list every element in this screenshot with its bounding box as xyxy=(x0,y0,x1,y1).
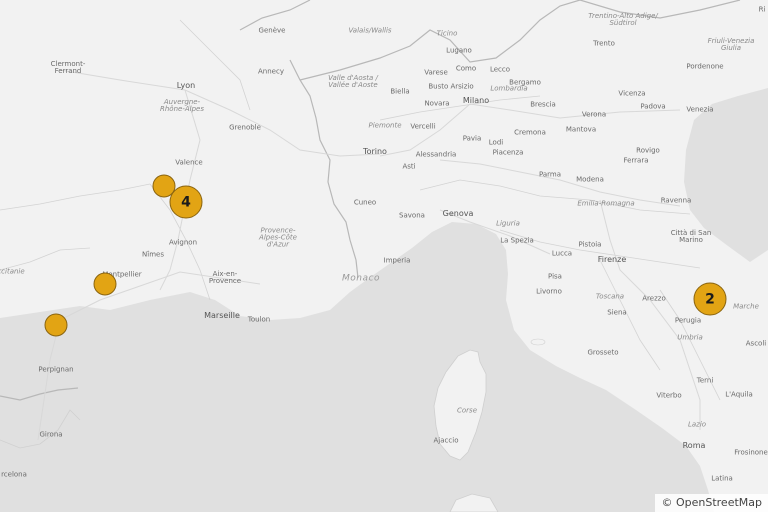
region-label-auvergne: Auvergne- Rhône-Alpes xyxy=(160,98,204,113)
city-label-pisa: Pisa xyxy=(548,272,562,281)
city-label-aquila: L'Aquila xyxy=(725,390,753,399)
marker-count: 4 xyxy=(181,194,191,210)
city-label-frosinone: Frosinone xyxy=(734,448,768,457)
city-label-livorno: Livorno xyxy=(536,287,562,296)
city-label-siena: Siena xyxy=(607,308,627,317)
city-label-cuneo: Cuneo xyxy=(353,198,377,207)
city-label-monaco: Monaco xyxy=(342,273,380,284)
city-label-padova: Padova xyxy=(640,102,666,111)
city-label-genova: Genova xyxy=(442,209,474,218)
city-label-aix: Aix-en- Provence xyxy=(208,270,242,285)
city-label-pistoia: Pistoia xyxy=(578,240,602,249)
city-label-laspezia: La Spezia xyxy=(500,236,534,245)
city-label-ascoli: Ascoli xyxy=(745,339,767,348)
city-label-perpignan: Perpignan xyxy=(38,365,74,374)
city-label-ferrara: Ferrara xyxy=(623,156,649,165)
region-label-lazio: Lazio xyxy=(687,420,707,429)
region-label-corse: Corse xyxy=(456,406,478,415)
map-marker-cluster[interactable]: 2 xyxy=(693,282,727,316)
city-label-como: Como xyxy=(455,64,477,73)
city-label-verona: Verona xyxy=(581,110,607,119)
city-label-barcelona: rcelona xyxy=(1,470,27,479)
city-label-marseille: Marseille xyxy=(204,311,240,320)
map-marker-cluster[interactable]: 4 xyxy=(169,185,203,219)
region-label-valais: Valais/Wallis xyxy=(348,26,392,35)
city-label-terni: Terni xyxy=(696,376,714,385)
city-label-rovigo: Rovigo xyxy=(636,146,660,155)
city-label-brescia: Brescia xyxy=(530,100,556,109)
region-label-ticino: Ticino xyxy=(436,29,458,38)
city-label-toulon: Toulon xyxy=(247,315,271,324)
region-label-lombardia: Lombardia xyxy=(490,84,528,93)
marker-count: 2 xyxy=(705,291,715,307)
city-label-asti: Asti xyxy=(402,162,416,171)
city-label-vicenza: Vicenza xyxy=(618,89,646,98)
map-marker-pin[interactable] xyxy=(44,313,68,337)
city-label-trento: Trento xyxy=(593,39,615,48)
region-label-friuli: Friuli-Venezia Giulia xyxy=(707,37,755,52)
city-label-vercelli: Vercelli xyxy=(410,122,436,131)
city-label-lyon: Lyon xyxy=(176,81,196,90)
region-label-emilia: Emilia-Romagna xyxy=(577,199,635,208)
city-label-ravenna: Ravenna xyxy=(660,196,692,205)
city-label-parma: Parma xyxy=(538,170,562,179)
city-label-girona: Girona xyxy=(39,430,63,439)
attribution-link[interactable]: OpenStreetMap xyxy=(676,496,762,509)
city-label-lodi: Lodi xyxy=(488,138,504,147)
city-label-lucca: Lucca xyxy=(551,249,573,258)
city-label-pordenone: Pordenone xyxy=(686,62,724,71)
map-attribution: © OpenStreetMap xyxy=(655,494,768,512)
city-label-avignon: Avignon xyxy=(168,238,198,247)
city-label-milano: Milano xyxy=(462,96,490,105)
city-label-grenoble: Grenoble xyxy=(229,123,261,132)
city-label-firenze: Firenze xyxy=(597,255,627,264)
city-label-varese: Varese xyxy=(424,68,448,77)
city-label-ajaccio: Ajaccio xyxy=(433,436,459,445)
region-label-piemonte: Piemonte xyxy=(368,121,402,130)
city-label-viterbo: Viterbo xyxy=(656,391,682,400)
city-label-arezzo: Arezzo xyxy=(642,294,666,303)
city-label-pavia: Pavia xyxy=(462,134,482,143)
city-label-perugia: Perugia xyxy=(674,316,702,325)
city-label-sanmarino: Città di San Marino xyxy=(670,229,712,244)
city-label-nimes: Nîmes xyxy=(142,250,164,259)
city-label-busto: Busto Arsizio xyxy=(428,82,474,91)
copyright-symbol: © xyxy=(661,496,673,509)
region-label-occitanie: ccitanie xyxy=(0,267,25,276)
city-label-novara: Novara xyxy=(424,99,450,108)
region-label-umbria: Umbria xyxy=(677,333,703,342)
city-label-grosseto: Grosseto xyxy=(587,348,619,357)
city-label-venezia: Venezia xyxy=(686,105,714,114)
region-label-trentino: Trentino-Alto Adige/ Südtirol xyxy=(588,12,658,27)
city-label-mantova: Mantova xyxy=(565,125,597,134)
city-label-latina: Latina xyxy=(711,474,733,483)
map-marker-pin[interactable] xyxy=(93,272,117,296)
city-label-biella: Biella xyxy=(390,87,410,96)
city-label-lecco: Lecco xyxy=(489,65,511,74)
city-label-annecy: Annecy xyxy=(258,67,284,76)
city-label-geneve: Genève xyxy=(258,26,286,35)
city-label-piacenza: Piacenza xyxy=(492,148,524,157)
city-label-alessandria: Alessandria xyxy=(415,150,457,159)
city-label-riau: Ri xyxy=(758,5,766,14)
region-label-toscana: Toscana xyxy=(595,292,625,301)
region-label-liguria: Liguria xyxy=(496,219,520,228)
city-label-cremona: Cremona xyxy=(514,128,546,137)
city-label-modena: Modena xyxy=(576,175,604,184)
region-label-provence: Provence- Alpes-Côte d'Azur xyxy=(259,226,297,249)
city-label-clermont: Clermont- Ferrand xyxy=(50,60,86,75)
region-label-marche: Marche xyxy=(733,302,759,311)
city-label-valence: Valence xyxy=(175,158,203,167)
city-label-roma: Roma xyxy=(682,441,706,450)
city-label-imperia: Imperia xyxy=(383,256,411,265)
map-view[interactable]: Genève Valais/Wallis Ticino Trentino-Alt… xyxy=(0,0,768,512)
city-label-lugano: Lugano xyxy=(446,46,472,55)
region-label-aosta: Valle d'Aosta / Vallée d'Aoste xyxy=(328,74,378,89)
city-label-savona: Savona xyxy=(399,211,425,220)
city-label-torino: Torino xyxy=(363,147,387,156)
